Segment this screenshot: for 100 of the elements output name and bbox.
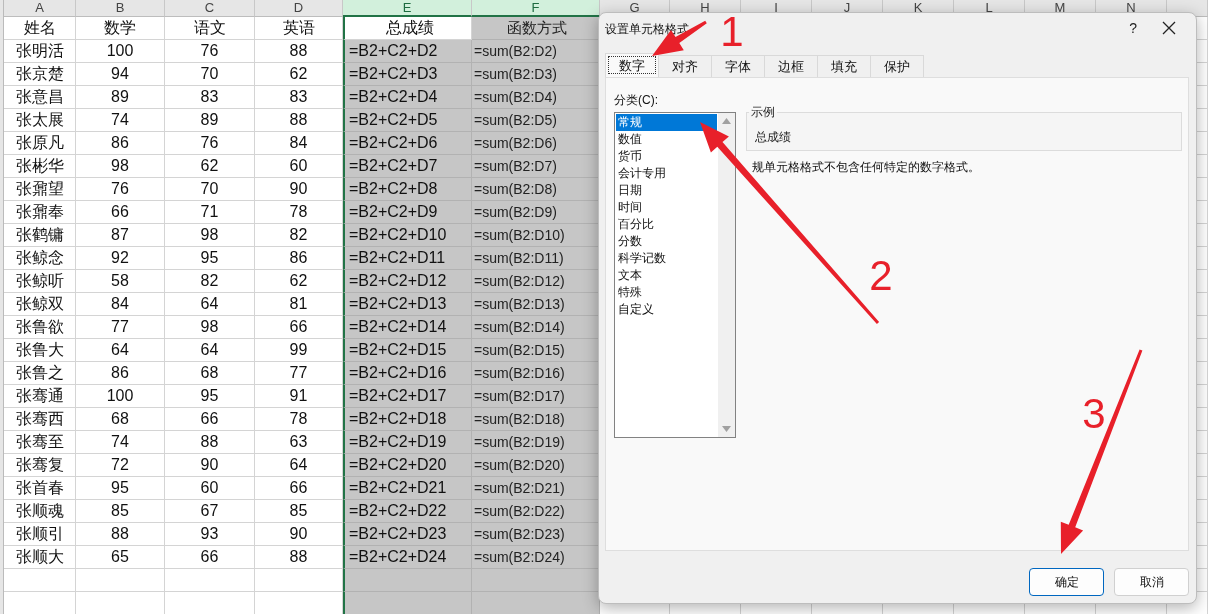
- table-cell: 66: [165, 408, 255, 431]
- table-cell: 92: [76, 247, 165, 270]
- table-cell: 函数方式: [472, 17, 600, 40]
- category-item[interactable]: 时间: [616, 199, 644, 216]
- column-header[interactable]: C: [165, 0, 255, 17]
- table-cell: 98: [165, 316, 255, 339]
- table-cell: =sum(B2:D2): [472, 40, 600, 63]
- scroll-up-icon[interactable]: [722, 118, 731, 124]
- category-item[interactable]: 科学记数: [616, 250, 668, 267]
- column-header[interactable]: B: [76, 0, 165, 17]
- dialog-button[interactable]: 取消: [1114, 568, 1189, 596]
- table-cell: 张彬华: [4, 155, 76, 178]
- table-cell: 77: [76, 316, 165, 339]
- table-cell: =B2+C2+D12: [343, 270, 472, 293]
- table-cell: 70: [165, 63, 255, 86]
- table-cell: 88: [76, 523, 165, 546]
- category-item[interactable]: 百分比: [616, 216, 656, 233]
- table-cell: 95: [165, 247, 255, 270]
- category-item[interactable]: 文本: [616, 267, 644, 284]
- tab[interactable]: 字体: [712, 55, 765, 77]
- table-cell: 95: [76, 477, 165, 500]
- table-cell: 74: [76, 109, 165, 132]
- table-cell: 66: [165, 546, 255, 569]
- category-label: 分类(C):: [614, 92, 659, 109]
- table-cell: 100: [76, 40, 165, 63]
- scrollbar[interactable]: [718, 113, 735, 437]
- table-cell: 姓名: [4, 17, 76, 40]
- table-cell: =B2+C2+D16: [343, 362, 472, 385]
- step-number: 3: [1082, 390, 1106, 437]
- table-cell: 93: [165, 523, 255, 546]
- tab[interactable]: 保护: [871, 55, 924, 77]
- table-cell: 张顺引: [4, 523, 76, 546]
- table-cell: 张鲸念: [4, 247, 76, 270]
- table-cell: 张鼐望: [4, 178, 76, 201]
- table-cell: 张骞通: [4, 385, 76, 408]
- column-header[interactable]: A: [4, 0, 76, 17]
- table-cell: =sum(B2:D9): [472, 201, 600, 224]
- table-cell: 张骞复: [4, 454, 76, 477]
- category-item[interactable]: 数值: [616, 131, 644, 148]
- table-cell: =B2+C2+D21: [343, 477, 472, 500]
- column-header[interactable]: E: [343, 0, 472, 17]
- category-item[interactable]: 货币: [616, 148, 644, 165]
- table-cell: 74: [76, 431, 165, 454]
- step-number: 2: [869, 252, 893, 299]
- table-cell: =B2+C2+D7: [343, 155, 472, 178]
- table-cell: [4, 569, 76, 592]
- table-cell: 张顺魂: [4, 500, 76, 523]
- table-cell: 64: [76, 339, 165, 362]
- tab[interactable]: 填充: [818, 55, 871, 77]
- table-cell: 64: [165, 293, 255, 316]
- table-cell: 张明活: [4, 40, 76, 63]
- category-item[interactable]: 分数: [616, 233, 644, 250]
- table-cell: 64: [165, 339, 255, 362]
- category-list[interactable]: 常规 数值 货币 会计专用 日期 时间 百分比 分数 科学记数 文本 特殊 自定义: [614, 112, 736, 438]
- table-cell: =B2+C2+D23: [343, 523, 472, 546]
- table-cell: 58: [76, 270, 165, 293]
- table-cell: 张顺大: [4, 546, 76, 569]
- category-item[interactable]: 日期: [616, 182, 644, 199]
- table-cell: 张鲸听: [4, 270, 76, 293]
- table-cell: =sum(B2:D17): [472, 385, 600, 408]
- table-cell: 张京楚: [4, 63, 76, 86]
- table-cell: 张骞至: [4, 431, 76, 454]
- table-cell: 98: [165, 224, 255, 247]
- table-cell: =sum(B2:D16): [472, 362, 600, 385]
- table-cell: =sum(B2:D14): [472, 316, 600, 339]
- category-item[interactable]: 会计专用: [616, 165, 668, 182]
- sample-value: 总成绩: [755, 130, 791, 144]
- tab[interactable]: 数字: [605, 53, 659, 77]
- scroll-down-icon[interactable]: [722, 426, 731, 432]
- table-cell: =B2+C2+D6: [343, 132, 472, 155]
- table-cell: =B2+C2+D24: [343, 546, 472, 569]
- close-button[interactable]: [1161, 20, 1177, 36]
- tab[interactable]: 对齐: [659, 55, 712, 77]
- table-cell: 张鲁欲: [4, 316, 76, 339]
- table-cell: 85: [76, 500, 165, 523]
- table-cell: 76: [165, 40, 255, 63]
- tab[interactable]: 边框: [765, 55, 818, 77]
- table-cell: =sum(B2:D23): [472, 523, 600, 546]
- table-cell: 89: [165, 109, 255, 132]
- dialog-button[interactable]: 确定: [1029, 568, 1104, 596]
- table-cell: =B2+C2+D2: [343, 40, 472, 63]
- help-button[interactable]: ?: [1129, 20, 1137, 36]
- category-item[interactable]: 自定义: [616, 301, 656, 318]
- table-cell: 张鲁之: [4, 362, 76, 385]
- table-cell: 张鼐奉: [4, 201, 76, 224]
- table-cell: =B2+C2+D17: [343, 385, 472, 408]
- table-cell: 100: [76, 385, 165, 408]
- table-cell: =sum(B2:D11): [472, 247, 600, 270]
- category-item[interactable]: 常规: [616, 114, 717, 131]
- column-header[interactable]: D: [255, 0, 343, 17]
- table-cell: =B2+C2+D13: [343, 293, 472, 316]
- table-cell: 76: [76, 178, 165, 201]
- table-cell: 68: [76, 408, 165, 431]
- column-header[interactable]: F: [472, 0, 600, 17]
- table-cell: 95: [165, 385, 255, 408]
- category-item[interactable]: 特殊: [616, 284, 644, 301]
- table-cell: 张意昌: [4, 86, 76, 109]
- table-cell: 60: [165, 477, 255, 500]
- table-cell: 张太展: [4, 109, 76, 132]
- table-cell: 88: [165, 431, 255, 454]
